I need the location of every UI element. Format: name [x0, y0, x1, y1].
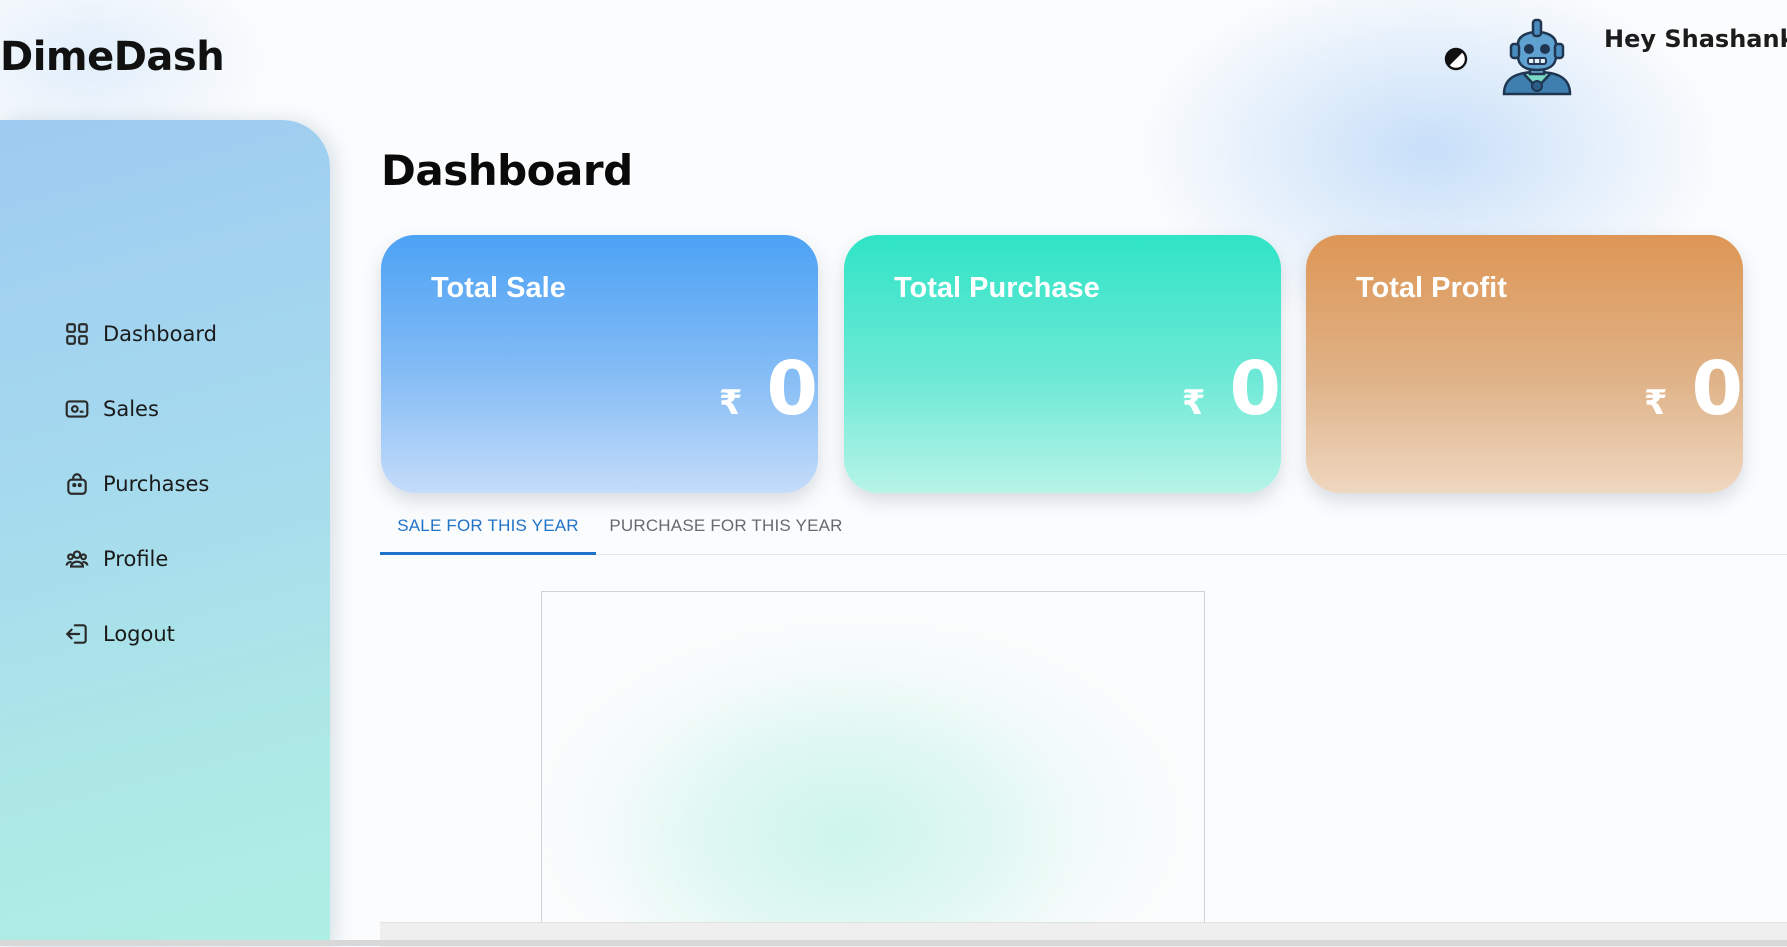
- card-value: ₹ 0: [1182, 349, 1281, 429]
- contrast-icon: [1444, 47, 1468, 71]
- card-amount: 0: [1691, 346, 1744, 432]
- grid-icon: [66, 323, 88, 345]
- user-greeting: Hey Shashank Shekhar: [1604, 25, 1787, 53]
- rupee-icon: ₹: [1181, 383, 1206, 423]
- sidebar-item-dashboard[interactable]: Dashboard: [64, 317, 217, 351]
- sidebar-item-label: Logout: [103, 622, 175, 646]
- sidebar-item-purchases[interactable]: Purchases: [64, 467, 209, 501]
- total-sale-card: Total Sale ₹ 0: [381, 235, 818, 493]
- cash-icon: [65, 400, 89, 418]
- total-profit-card: Total Profit ₹ 0: [1306, 235, 1743, 493]
- chart-container: [541, 591, 1205, 932]
- app-logo-text: DimeDash: [0, 34, 225, 80]
- sidebar: Dashboard Sales Purchases Profile Logout: [0, 120, 330, 946]
- rupee-icon: ₹: [1643, 383, 1668, 423]
- sidebar-item-profile[interactable]: Profile: [64, 542, 168, 576]
- robot-avatar-icon: [1502, 18, 1572, 96]
- shopping-bag-icon: [67, 473, 87, 495]
- window-bottom-border: [0, 940, 1787, 946]
- sidebar-item-logout[interactable]: Logout: [64, 617, 175, 651]
- avatar[interactable]: [1498, 16, 1576, 96]
- card-value: ₹ 0: [719, 349, 818, 429]
- card-amount: 0: [1229, 346, 1282, 432]
- card-amount: 0: [766, 346, 819, 432]
- card-title: Total Purchase: [894, 272, 1100, 304]
- theme-toggle-button[interactable]: [1444, 47, 1468, 71]
- sidebar-item-sales[interactable]: Sales: [64, 392, 159, 426]
- total-purchase-card: Total Purchase ₹ 0: [844, 235, 1281, 493]
- sidebar-item-label: Sales: [103, 397, 159, 421]
- logout-icon: [66, 624, 87, 644]
- tab-purchase-this-year[interactable]: PURCHASE FOR THIS YEAR: [606, 500, 846, 552]
- card-value: ₹ 0: [1644, 349, 1743, 429]
- sidebar-item-label: Profile: [103, 547, 169, 571]
- tab-sale-this-year[interactable]: SALE FOR THIS YEAR: [380, 500, 596, 555]
- card-title: Total Sale: [431, 272, 566, 304]
- rupee-icon: ₹: [718, 383, 743, 423]
- chart-tabs: SALE FOR THIS YEAR PURCHASE FOR THIS YEA…: [380, 500, 1787, 555]
- sidebar-item-label: Dashboard: [103, 322, 217, 346]
- card-title: Total Profit: [1356, 272, 1507, 304]
- sidebar-item-label: Purchases: [103, 472, 210, 496]
- page-title: Dashboard: [381, 146, 633, 195]
- users-icon: [65, 550, 89, 568]
